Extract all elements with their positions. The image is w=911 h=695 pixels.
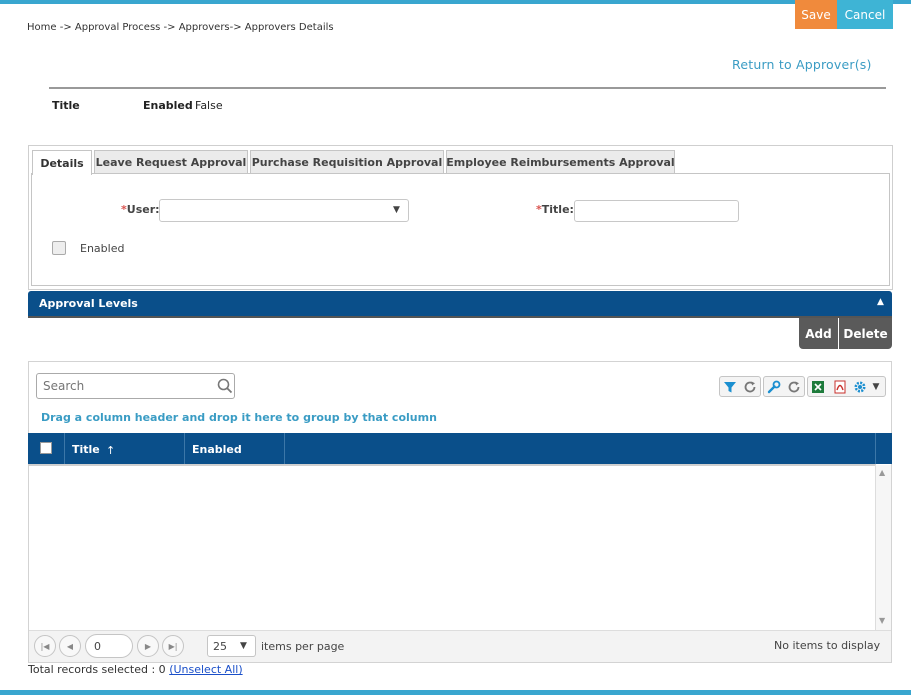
select-all-checkbox[interactable] [40,442,52,454]
enabled-label: Enabled [80,242,125,255]
bottom-accent-bar [0,690,911,695]
header-separator [284,433,285,464]
return-to-approvers-link[interactable]: Return to Approver(s) [732,57,872,72]
save-button[interactable]: Save [795,0,837,29]
group-by-hint: Drag a column header and drop it here to… [41,411,437,424]
unselect-all-link[interactable]: (Unselect All) [169,663,242,676]
info-enabled-label: Enabled [143,99,193,112]
divider [49,87,886,89]
info-title-label: Title [52,99,80,112]
search-input[interactable] [36,373,235,399]
tab-details[interactable]: Details [32,150,92,175]
tab-employee-reimbursements-approval[interactable]: Employee Reimbursements Approval [446,150,675,174]
next-page-icon[interactable]: ▶ [137,635,159,657]
prev-page-icon[interactable]: ◀ [59,635,81,657]
collapse-caret-icon[interactable]: ▲ [877,297,884,307]
page-number-input[interactable]: 0 [85,634,133,658]
cancel-button[interactable]: Cancel [837,0,893,29]
sort-ascending-icon: ↑ [106,444,116,457]
search-icon[interactable] [217,378,233,394]
items-per-page-label: items per page [261,640,345,653]
user-select[interactable] [159,199,409,222]
delete-button[interactable]: Delete [839,318,892,349]
approval-levels-header[interactable]: Approval Levels [28,291,892,316]
chevron-down-icon[interactable]: ▼ [869,377,883,396]
chevron-down-icon: ▼ [393,205,400,215]
grid-header [28,433,892,464]
total-selected: Total records selected : 0 (Unselect All… [28,663,243,676]
grid-header-underline [28,464,876,466]
column-header-enabled[interactable]: Enabled [192,443,242,456]
title-label: *Title: [536,203,574,216]
chevron-down-icon: ▼ [240,641,247,651]
user-label-text: User [126,203,156,216]
info-enabled-value: False [195,99,223,112]
enabled-checkbox[interactable] [52,241,66,255]
first-page-icon[interactable]: |◀ [34,635,56,657]
tab-leave-request-approval[interactable]: Leave Request Approval [94,150,248,174]
column-header-title[interactable]: Title [72,443,100,456]
pdf-icon[interactable] [830,377,850,396]
title-input[interactable] [574,200,739,222]
top-accent-bar [0,0,911,4]
breadcrumb: Home -> Approval Process -> Approvers-> … [27,22,334,33]
header-separator [184,433,185,464]
scroll-down-icon[interactable]: ▼ [879,616,885,625]
excel-icon[interactable] [808,377,828,396]
user-label: *User: [121,203,160,216]
header-separator [875,433,876,464]
title-label-text: Title [541,203,570,216]
tab-purchase-requisition-approval[interactable]: Purchase Requisition Approval [250,150,444,174]
gear-icon[interactable] [850,377,870,396]
details-tab-content [31,173,890,286]
filter-icon[interactable] [720,377,740,396]
vertical-scrollbar[interactable] [875,465,891,630]
scroll-up-icon[interactable]: ▲ [879,468,885,477]
total-selected-text: Total records selected : 0 [28,663,166,676]
approval-levels-underline [28,316,892,318]
last-page-icon[interactable]: ▶| [162,635,184,657]
add-button[interactable]: Add [799,318,838,349]
refresh-icon[interactable] [740,377,760,396]
no-items-label: No items to display [774,639,881,652]
header-separator [64,433,65,464]
page-size-select[interactable]: 25 [207,635,256,657]
approval-levels-grid [28,361,892,663]
refresh-icon[interactable] [784,377,804,396]
wrench-icon[interactable] [764,377,784,396]
approval-levels-title: Approval Levels [39,297,138,310]
